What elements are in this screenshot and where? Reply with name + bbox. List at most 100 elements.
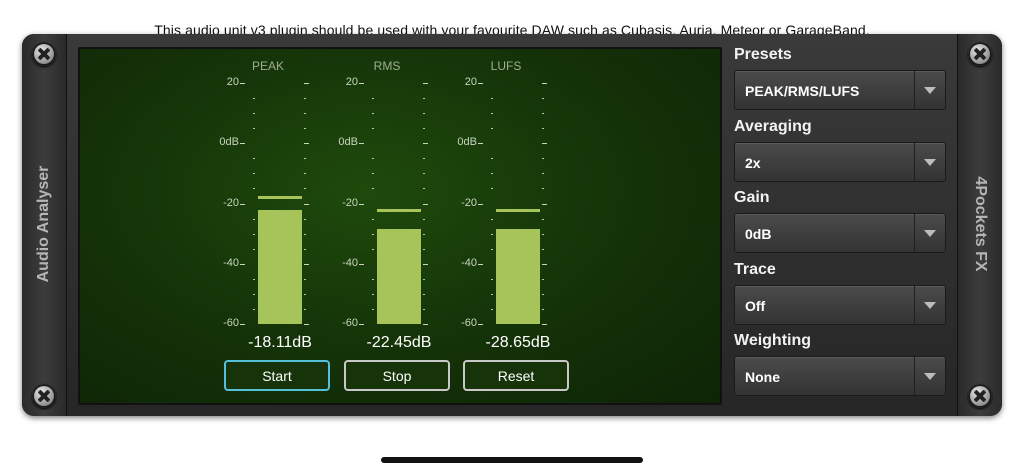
scale-dot: [304, 98, 306, 100]
scale-dot: [253, 278, 255, 280]
scale-dot: [253, 113, 255, 115]
screw-icon: [32, 384, 56, 408]
scale-dot: [304, 113, 306, 115]
scale-dot: [491, 188, 493, 190]
reset-button[interactable]: Reset: [463, 360, 569, 391]
scale-dot: [542, 293, 544, 295]
scale-dot: [372, 278, 374, 280]
scale-dot: [372, 113, 374, 115]
setting-dropdown-trace[interactable]: Off: [734, 284, 946, 325]
scale-dot: [423, 173, 425, 175]
scale-dot: [542, 278, 544, 280]
scale-label: -40: [223, 256, 239, 269]
scale-tick: [542, 83, 547, 84]
scale-dot: [372, 188, 374, 190]
dropdown-value: None: [745, 369, 780, 385]
scale-dot: [253, 158, 255, 160]
dropdown-toggle[interactable]: [914, 285, 945, 324]
dropdown-value: Off: [745, 297, 766, 314]
scale-dot: [372, 218, 374, 220]
scale-dot: [423, 158, 425, 160]
scale-dot: [304, 293, 306, 295]
scale-dot: [372, 293, 374, 295]
scale-dot: [304, 218, 306, 220]
brand-label: 4Pockets FX: [972, 176, 989, 272]
scale-dot: [423, 308, 425, 310]
setting-dropdown-presets[interactable]: PEAK/RMS/LUFS: [734, 70, 946, 110]
setting-dropdown-weighting[interactable]: None: [734, 356, 946, 396]
chevron-down-icon: [924, 158, 936, 166]
level-bar: [377, 229, 421, 324]
scale-dot: [372, 233, 374, 235]
scale-tick: [423, 83, 428, 84]
scale-tick: [240, 143, 245, 145]
start-button[interactable]: Start: [224, 360, 330, 391]
dropdown-toggle[interactable]: [914, 71, 945, 109]
scale-label: -20: [223, 196, 239, 209]
scale-dot: [542, 128, 544, 130]
setting-dropdown-averaging[interactable]: 2x: [734, 141, 946, 182]
level-bar: [496, 229, 540, 324]
dropdown-toggle[interactable]: [914, 357, 945, 395]
level-bar: [258, 209, 302, 324]
scale-dot: [491, 233, 493, 235]
scale-dot: [304, 278, 306, 280]
dropdown-value: 2x: [745, 154, 761, 171]
screw-icon: [968, 384, 992, 408]
scale-dot: [423, 233, 425, 235]
scale-dot: [423, 293, 425, 295]
meter-title: LUFS: [490, 59, 522, 73]
setting-label: Averaging: [734, 117, 812, 135]
app-name-label: Audio Analyser: [35, 165, 52, 283]
meter-title: PEAK: [251, 59, 284, 73]
chevron-down-icon: [924, 87, 936, 94]
peak-hold-line: [377, 208, 421, 212]
peak-hold-line: [258, 195, 302, 199]
scale-dot: [253, 218, 255, 220]
chevron-down-icon: [924, 230, 936, 237]
scale-dot: [542, 308, 544, 310]
peak-hold-line: [496, 208, 540, 212]
dropdown-toggle[interactable]: [914, 214, 945, 252]
scale-tick: [478, 203, 483, 205]
scale-tick: [304, 143, 309, 145]
scale-dot: [304, 188, 306, 190]
scale-dot: [542, 248, 544, 250]
scale-tick: [423, 263, 428, 265]
scale-dot: [491, 218, 493, 220]
scale-tick: [359, 143, 364, 145]
setting-dropdown-gain[interactable]: 0dB: [734, 213, 946, 253]
scale-dot: [491, 293, 493, 295]
scale-dot: [253, 233, 255, 235]
right-rail: 4Pockets FX: [957, 34, 1002, 416]
stop-button[interactable]: Stop: [344, 360, 450, 391]
scale-tick: [359, 324, 364, 325]
scale-label: -40: [342, 256, 358, 269]
dropdown-value: 0dB: [745, 226, 772, 242]
plugin-panel: Audio Analyser 4Pockets FX Start Stop Re…: [22, 34, 1002, 416]
scale-dot: [304, 128, 306, 130]
scale-dot: [491, 113, 493, 115]
scale-dot: [491, 173, 493, 175]
scale-dot: [542, 113, 544, 115]
scale-tick: [240, 263, 245, 265]
scale-dot: [372, 98, 374, 100]
home-indicator[interactable]: [381, 457, 643, 463]
dropdown-toggle[interactable]: [914, 142, 945, 181]
scale-label: -60: [461, 317, 477, 329]
scale-tick: [304, 203, 309, 205]
scale-dot: [491, 98, 493, 100]
scale-dot: [372, 248, 374, 250]
scale-dot: [253, 293, 255, 295]
scale-dot: [253, 248, 255, 250]
scale-dot: [423, 188, 425, 190]
screw-icon: [32, 42, 56, 66]
scale-dot: [304, 158, 306, 160]
scale-dot: [253, 128, 255, 130]
scale-tick: [542, 143, 547, 145]
scale-tick: [240, 203, 245, 205]
scale-tick: [359, 263, 364, 265]
scale-dot: [542, 218, 544, 220]
scale-label: 20: [345, 76, 358, 88]
scale-tick: [542, 324, 547, 325]
